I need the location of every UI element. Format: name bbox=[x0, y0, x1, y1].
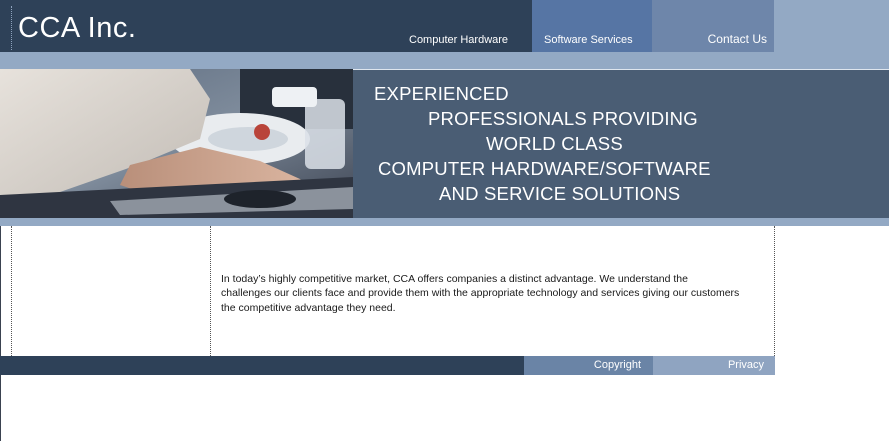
column-divider bbox=[210, 226, 211, 356]
tagline-line: PROFESSIONALS PROVIDING bbox=[428, 108, 698, 129]
footer-copyright-link[interactable]: Copyright bbox=[524, 356, 653, 375]
nav-computer-hardware[interactable]: Computer Hardware bbox=[400, 0, 532, 52]
hero-banner: EXPERIENCED PROFESSIONALS PROVIDING WORL… bbox=[0, 69, 889, 218]
footer-bar bbox=[0, 356, 524, 375]
intro-paragraph: In today’s highly competitive market, CC… bbox=[221, 273, 740, 314]
footer-privacy-link[interactable]: Privacy bbox=[653, 356, 775, 375]
nav-label: Computer Hardware bbox=[409, 34, 509, 46]
nav-label: Software Services bbox=[544, 34, 633, 46]
hero-tagline-panel: EXPERIENCED PROFESSIONALS PROVIDING WORL… bbox=[353, 69, 889, 218]
hero-photo-illustration bbox=[0, 69, 353, 218]
hands-on-keyboard-photo bbox=[0, 69, 353, 218]
hero-sub-strip bbox=[0, 218, 889, 226]
column-divider bbox=[774, 226, 775, 356]
tagline-line: EXPERIENCED bbox=[374, 83, 509, 104]
nav-contact-us[interactable]: Contact Us bbox=[652, 0, 774, 52]
tagline-line: WORLD CLASS bbox=[486, 133, 623, 154]
tagline-line: COMPUTER HARDWARE/SOFTWARE bbox=[378, 158, 711, 179]
tagline-line: AND SERVICE SOLUTIONS bbox=[439, 183, 681, 204]
header-sub-strip bbox=[0, 52, 889, 69]
main-content: In today’s highly competitive market, CC… bbox=[0, 226, 775, 356]
nav-label: Contact Us bbox=[707, 32, 767, 46]
logo[interactable]: CCA Inc. bbox=[18, 14, 136, 43]
logo-divider bbox=[11, 6, 12, 50]
header-accent-block bbox=[774, 0, 889, 52]
nav-software-services[interactable]: Software Services bbox=[532, 0, 652, 52]
column-divider bbox=[11, 226, 12, 356]
